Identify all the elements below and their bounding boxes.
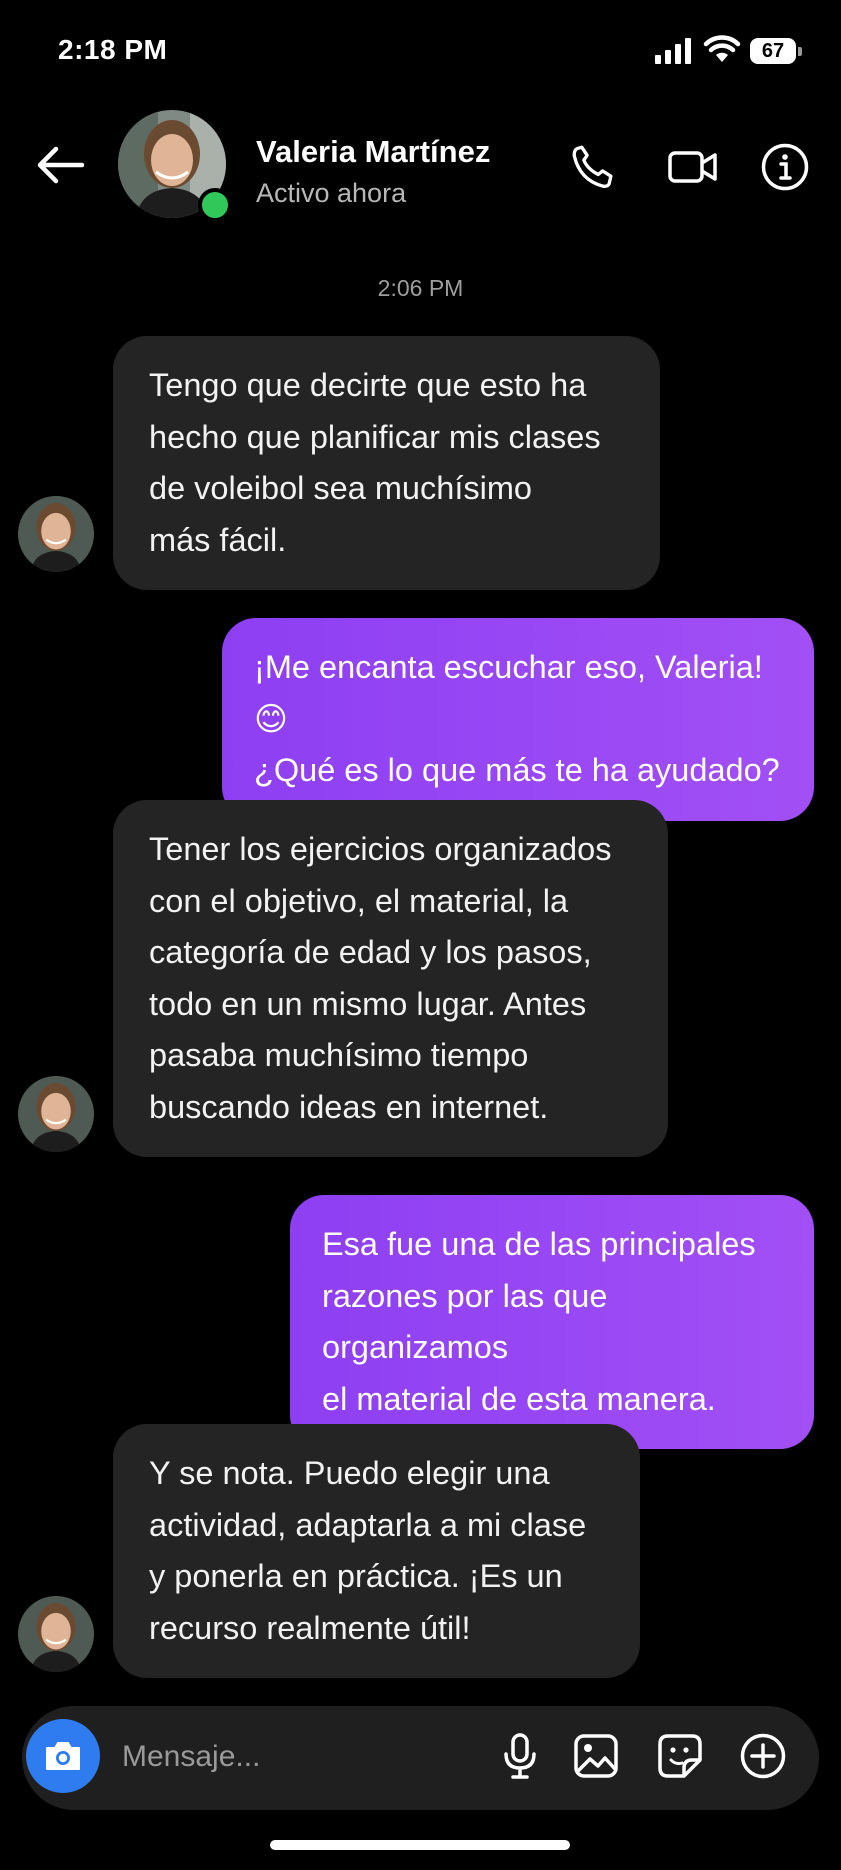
- avatar-image: [18, 496, 94, 572]
- message-line: y ponerla en práctica. ¡Es un: [149, 1558, 563, 1594]
- info-icon: [761, 143, 809, 191]
- online-status-dot: [198, 188, 232, 222]
- contact-name[interactable]: Valeria Martínez: [256, 134, 490, 170]
- image-icon: [574, 1734, 618, 1778]
- home-indicator[interactable]: [270, 1840, 570, 1850]
- back-button[interactable]: [30, 135, 90, 195]
- incoming-message[interactable]: Y se nota. Puedo elegir una actividad, a…: [113, 1424, 640, 1678]
- status-time: 2:18 PM: [58, 34, 168, 65]
- message-line: hecho que planificar mis clases: [149, 418, 601, 455]
- add-circle-icon: [740, 1733, 786, 1779]
- message-line: recurso realmente útil!: [149, 1609, 471, 1646]
- voice-message-button[interactable]: [490, 1726, 550, 1786]
- message-line: razones por las que organizamos: [322, 1277, 608, 1366]
- call-button[interactable]: [564, 138, 622, 196]
- contact-status: Activo ahora: [256, 178, 407, 208]
- outgoing-message[interactable]: ¡Me encanta escuchar eso, Valeria! 😊 ¿Qu…: [222, 618, 814, 821]
- sender-avatar[interactable]: [18, 1596, 94, 1672]
- message-line: el material de esta manera.: [322, 1380, 716, 1417]
- incoming-message[interactable]: Tengo que decirte que esto ha hecho que …: [113, 336, 660, 590]
- sender-avatar[interactable]: [18, 1076, 94, 1152]
- gallery-button[interactable]: [566, 1726, 626, 1786]
- message-line: Esa fue una de las principales: [322, 1226, 756, 1262]
- message-line: actividad, adaptarla a mi clase: [149, 1506, 587, 1543]
- outgoing-message[interactable]: Esa fue una de las principales razones p…: [290, 1195, 814, 1449]
- camera-icon: [46, 1742, 80, 1770]
- battery-level: 67: [750, 38, 796, 64]
- message-line: buscando ideas en internet.: [149, 1088, 549, 1125]
- message-line: todo en un mismo lugar. Antes: [149, 985, 587, 1022]
- avatar-image: [18, 1076, 94, 1152]
- message-line: con el objetivo, el material, la: [149, 882, 569, 919]
- message-input[interactable]: [120, 1728, 484, 1786]
- sender-avatar[interactable]: [18, 496, 94, 572]
- sticker-button[interactable]: [650, 1726, 710, 1786]
- message-line: pasaba muchísimo tiempo: [149, 1037, 529, 1073]
- message-line: Y se nota. Puedo elegir una: [149, 1455, 550, 1491]
- message-line: categoría de edad y los pasos,: [149, 934, 592, 970]
- message-line: más fácil.: [149, 521, 287, 558]
- battery-tip: [798, 47, 802, 56]
- video-call-button[interactable]: [664, 138, 722, 196]
- wifi-icon: [703, 35, 741, 62]
- avatar-image: [18, 1596, 94, 1672]
- back-arrow-icon: [37, 146, 85, 184]
- video-camera-icon: [668, 151, 717, 183]
- message-line: Tengo que decirte que esto ha: [149, 367, 587, 403]
- cellular-signal-icon: [655, 36, 691, 64]
- incoming-message[interactable]: Tener los ejercicios organizados con el …: [113, 800, 668, 1157]
- camera-button[interactable]: [26, 1719, 100, 1793]
- phone-icon: [572, 145, 613, 188]
- info-button[interactable]: [756, 138, 814, 196]
- message-line: ¡Me encanta escuchar eso, Valeria! 😊: [254, 649, 763, 737]
- message-line: ¿Qué es lo que más te ha ayudado?: [254, 752, 780, 788]
- microphone-icon: [504, 1733, 536, 1779]
- sticker-icon: [658, 1734, 702, 1778]
- message-timestamp: 2:06 PM: [377, 275, 464, 301]
- message-line: Tener los ejercicios organizados: [149, 831, 612, 867]
- message-line: de voleibol sea muchísimo: [149, 470, 532, 506]
- more-options-button[interactable]: [733, 1726, 793, 1786]
